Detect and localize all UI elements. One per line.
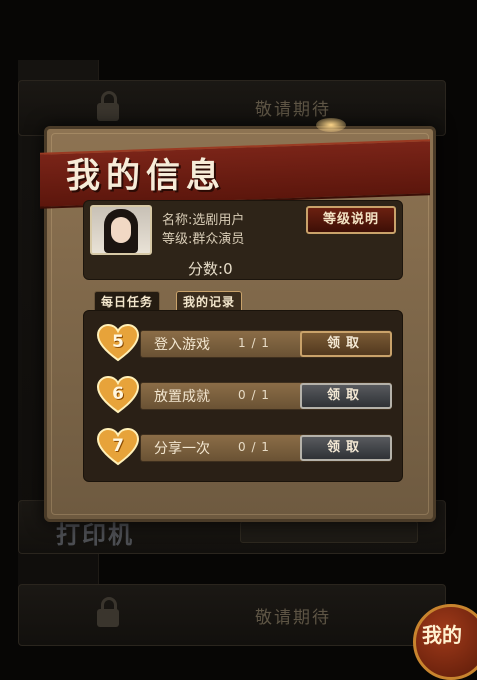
lock-icon [97, 91, 119, 121]
user-level-row: 等级:群众演员 [162, 228, 244, 247]
score-row: 分数:0 [188, 258, 233, 279]
level-explain-button[interactable]: 等级说明 [306, 206, 396, 234]
claim-button[interactable]: 领取 [300, 435, 392, 461]
task-number: 6 [112, 384, 124, 404]
my-button[interactable]: 我的 [413, 604, 477, 680]
name-label: 名称: [162, 213, 193, 228]
task-name: 登入游戏 [154, 337, 210, 353]
task-progress: 1 / 1 [238, 336, 270, 350]
claim-button[interactable]: 领取 [300, 383, 392, 409]
task-number: 5 [112, 332, 124, 352]
heart-icon: 6 [96, 375, 140, 414]
light-glow [316, 118, 346, 132]
user-name-row: 名称:选剧用户 [162, 209, 244, 228]
task-name: 分享一次 [154, 441, 210, 457]
heart-icon: 7 [96, 427, 140, 466]
level-label: 等级: [162, 232, 193, 247]
task-name: 放置成就 [154, 389, 210, 405]
slot-coming-soon-text: 敬请期待 [255, 608, 331, 628]
dialog-title: 我的信息 [66, 156, 226, 196]
my-button-label: 我的 [422, 623, 462, 647]
task-number: 7 [112, 436, 124, 456]
rating-bar [240, 521, 418, 543]
task-row: 5 登入游戏 1 / 1 领取 [96, 323, 392, 362]
task-row: 7 分享一次 0 / 1 领取 [96, 427, 392, 466]
score-label: 分数: [188, 260, 224, 278]
task-progress: 0 / 1 [238, 388, 270, 402]
task-progress: 0 / 1 [238, 440, 270, 454]
name-value: 选剧用户 [192, 213, 245, 228]
avatar [90, 205, 152, 255]
slot-coming-soon-text: 敬请期待 [255, 100, 331, 120]
score-value: 0 [223, 260, 233, 278]
heart-icon: 5 [96, 323, 140, 362]
lock-icon [97, 597, 119, 627]
task-row: 6 放置成就 0 / 1 领取 [96, 375, 392, 414]
claim-button[interactable]: 领取 [300, 331, 392, 357]
level-value: 群众演员 [192, 232, 245, 247]
